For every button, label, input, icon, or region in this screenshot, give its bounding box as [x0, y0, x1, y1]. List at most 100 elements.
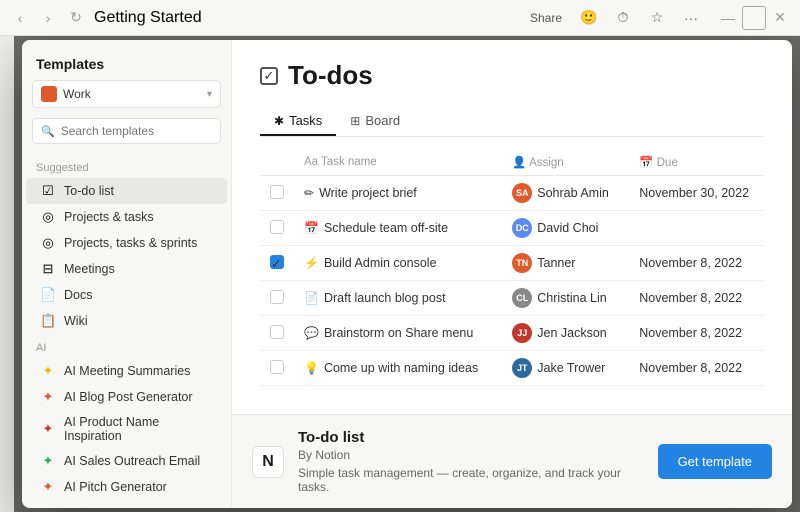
row-task-name: 💡Come up with naming ideas [294, 351, 502, 386]
row-checkbox[interactable] [270, 185, 284, 199]
avatar: TN [512, 253, 532, 273]
row-task-name: 📄Draft launch blog post [294, 281, 502, 316]
preview-checkbox-icon: ✓ [260, 67, 278, 85]
template-item-label: AI Sales Outreach Email [64, 454, 200, 468]
row-task-name: ⚡Build Admin console [294, 246, 502, 281]
ai-product-icon: ✦ [40, 421, 56, 437]
template-item-ai-sales[interactable]: ✦ AI Sales Outreach Email [26, 448, 227, 474]
row-assignee: SASohrab Amin [502, 176, 629, 211]
forward-button[interactable]: › [36, 6, 60, 30]
template-item-projects-sprints[interactable]: ◎ Projects, tasks & sprints [26, 230, 227, 256]
row-checkbox[interactable] [270, 290, 284, 304]
ai-meetings-icon: ✦ [40, 363, 56, 379]
assignee-name: Jen Jackson [537, 326, 606, 340]
template-item-ai-product[interactable]: ✦ AI Product Name Inspiration [26, 410, 227, 448]
template-item-projects[interactable]: ◎ Projects & tasks [26, 204, 227, 230]
top-bar: ‹ › ↻ Getting Started Share 🙂 ⏱ ☆ ··· — … [0, 0, 800, 36]
search-input[interactable] [61, 124, 216, 138]
projects-icon: ◎ [40, 209, 56, 225]
emoji-icon[interactable]: 🙂 [576, 5, 602, 31]
todo-icon: ☑ [40, 183, 56, 199]
wiki-icon: 📋 [40, 313, 56, 329]
tasks-tab-icon: ✱ [274, 114, 284, 128]
preview-title-row: ✓ To-dos [260, 60, 764, 91]
avatar: JT [512, 358, 532, 378]
by-notion-label: By Notion [298, 448, 350, 462]
table-row[interactable]: 💬Brainstorm on Share menuJJJen JacksonNo… [260, 316, 764, 351]
col-header-assign: 👤 Assign [502, 149, 629, 176]
docs-icon: 📄 [40, 287, 56, 303]
assignee-name: David Choi [537, 221, 598, 235]
notion-icon: N [252, 446, 284, 478]
template-item-ai-pitch[interactable]: ✦ AI Pitch Generator [26, 474, 227, 500]
clock-icon[interactable]: ⏱ [610, 5, 636, 31]
tab-tasks[interactable]: ✱ Tasks [260, 107, 336, 136]
breadcrumb-text: Getting Started [94, 9, 202, 27]
row-task-name: 📅Schedule team off-site [294, 211, 502, 246]
template-item-label: Projects, tasks & sprints [64, 236, 197, 250]
row-checkbox[interactable] [270, 360, 284, 374]
table-row[interactable]: 📄Draft launch blog postCLChristina LinNo… [260, 281, 764, 316]
row-task-name: ✏Write project brief [294, 176, 502, 211]
task-type-icon: ⚡ [304, 256, 319, 270]
avatar: SA [512, 183, 532, 203]
template-item-ai-meetings[interactable]: ✦ AI Meeting Summaries [26, 358, 227, 384]
table-row[interactable]: ✏Write project briefSASohrab AminNovembe… [260, 176, 764, 211]
search-icon: 🔍 [41, 125, 55, 138]
row-due-date: November 8, 2022 [629, 316, 764, 351]
row-checkbox-cell: ✓ [260, 246, 294, 281]
row-checkbox[interactable]: ✓ [270, 255, 284, 269]
star-icon[interactable]: ☆ [644, 5, 670, 31]
row-assignee: JTJake Trower [502, 351, 629, 386]
table-row[interactable]: 💡Come up with naming ideasJTJake TrowerN… [260, 351, 764, 386]
template-item-label: AI Product Name Inspiration [64, 415, 213, 443]
row-checkbox[interactable] [270, 220, 284, 234]
sidebar-header: Templates [22, 40, 231, 80]
tab-board-label: Board [365, 113, 400, 128]
get-template-button[interactable]: Get template [658, 444, 772, 479]
template-item-label: Wiki [64, 314, 88, 328]
assignee-name: Christina Lin [537, 291, 606, 305]
maximize-button[interactable] [742, 6, 766, 30]
row-checkbox-cell [260, 316, 294, 351]
ai-pitch-icon: ✦ [40, 479, 56, 495]
search-bar: 🔍 [32, 118, 221, 144]
tabs-row: ✱ Tasks ⊞ Board [260, 107, 764, 137]
share-button[interactable]: Share [524, 9, 568, 27]
section-suggested: Suggested [22, 154, 231, 178]
workspace-selector[interactable]: Work ▾ [32, 80, 221, 108]
tab-board[interactable]: ⊞ Board [336, 107, 414, 136]
col-header-checkbox [260, 149, 294, 176]
row-checkbox-cell [260, 281, 294, 316]
bottom-description: Simple task management — create, organiz… [298, 466, 644, 494]
row-checkbox[interactable] [270, 325, 284, 339]
meetings-icon: ⊟ [40, 261, 56, 277]
back-button[interactable]: ‹ [8, 6, 32, 30]
tasks-table: Aa Task name 👤 Assign 📅 Due ✏Write proje… [260, 149, 764, 386]
preview-title: To-dos [288, 60, 373, 91]
workspace-icon [41, 86, 57, 102]
section-ai: AI [22, 334, 231, 358]
template-item-label: Docs [64, 288, 92, 302]
more-icon[interactable]: ··· [678, 5, 704, 31]
section-product: Product [22, 500, 231, 508]
template-item-label: AI Blog Post Generator [64, 390, 193, 404]
table-row[interactable]: 📅Schedule team off-site DC David Choi [260, 211, 764, 246]
templates-sidebar: Templates Work ▾ 🔍 Suggested [22, 40, 232, 508]
row-due-date [629, 211, 764, 246]
task-type-icon: 📄 [304, 291, 319, 305]
ai-sales-icon: ✦ [40, 453, 56, 469]
template-item-docs[interactable]: 📄 Docs [26, 282, 227, 308]
template-item-wiki[interactable]: 📋 Wiki [26, 308, 227, 334]
template-item-meetings[interactable]: ⊟ Meetings [26, 256, 227, 282]
minimize-button[interactable]: — [716, 6, 740, 30]
window-controls: — ✕ [716, 6, 792, 30]
refresh-button[interactable]: ↻ [64, 6, 88, 30]
row-assignee: DC David Choi [502, 211, 629, 246]
avatar: DC [512, 218, 532, 238]
close-button[interactable]: ✕ [768, 6, 792, 30]
template-item-ai-blog[interactable]: ✦ AI Blog Post Generator [26, 384, 227, 410]
row-due-date: November 8, 2022 [629, 246, 764, 281]
template-item-todo[interactable]: ☑ To-do list [26, 178, 227, 204]
table-row[interactable]: ✓⚡Build Admin consoleTNTannerNovember 8,… [260, 246, 764, 281]
